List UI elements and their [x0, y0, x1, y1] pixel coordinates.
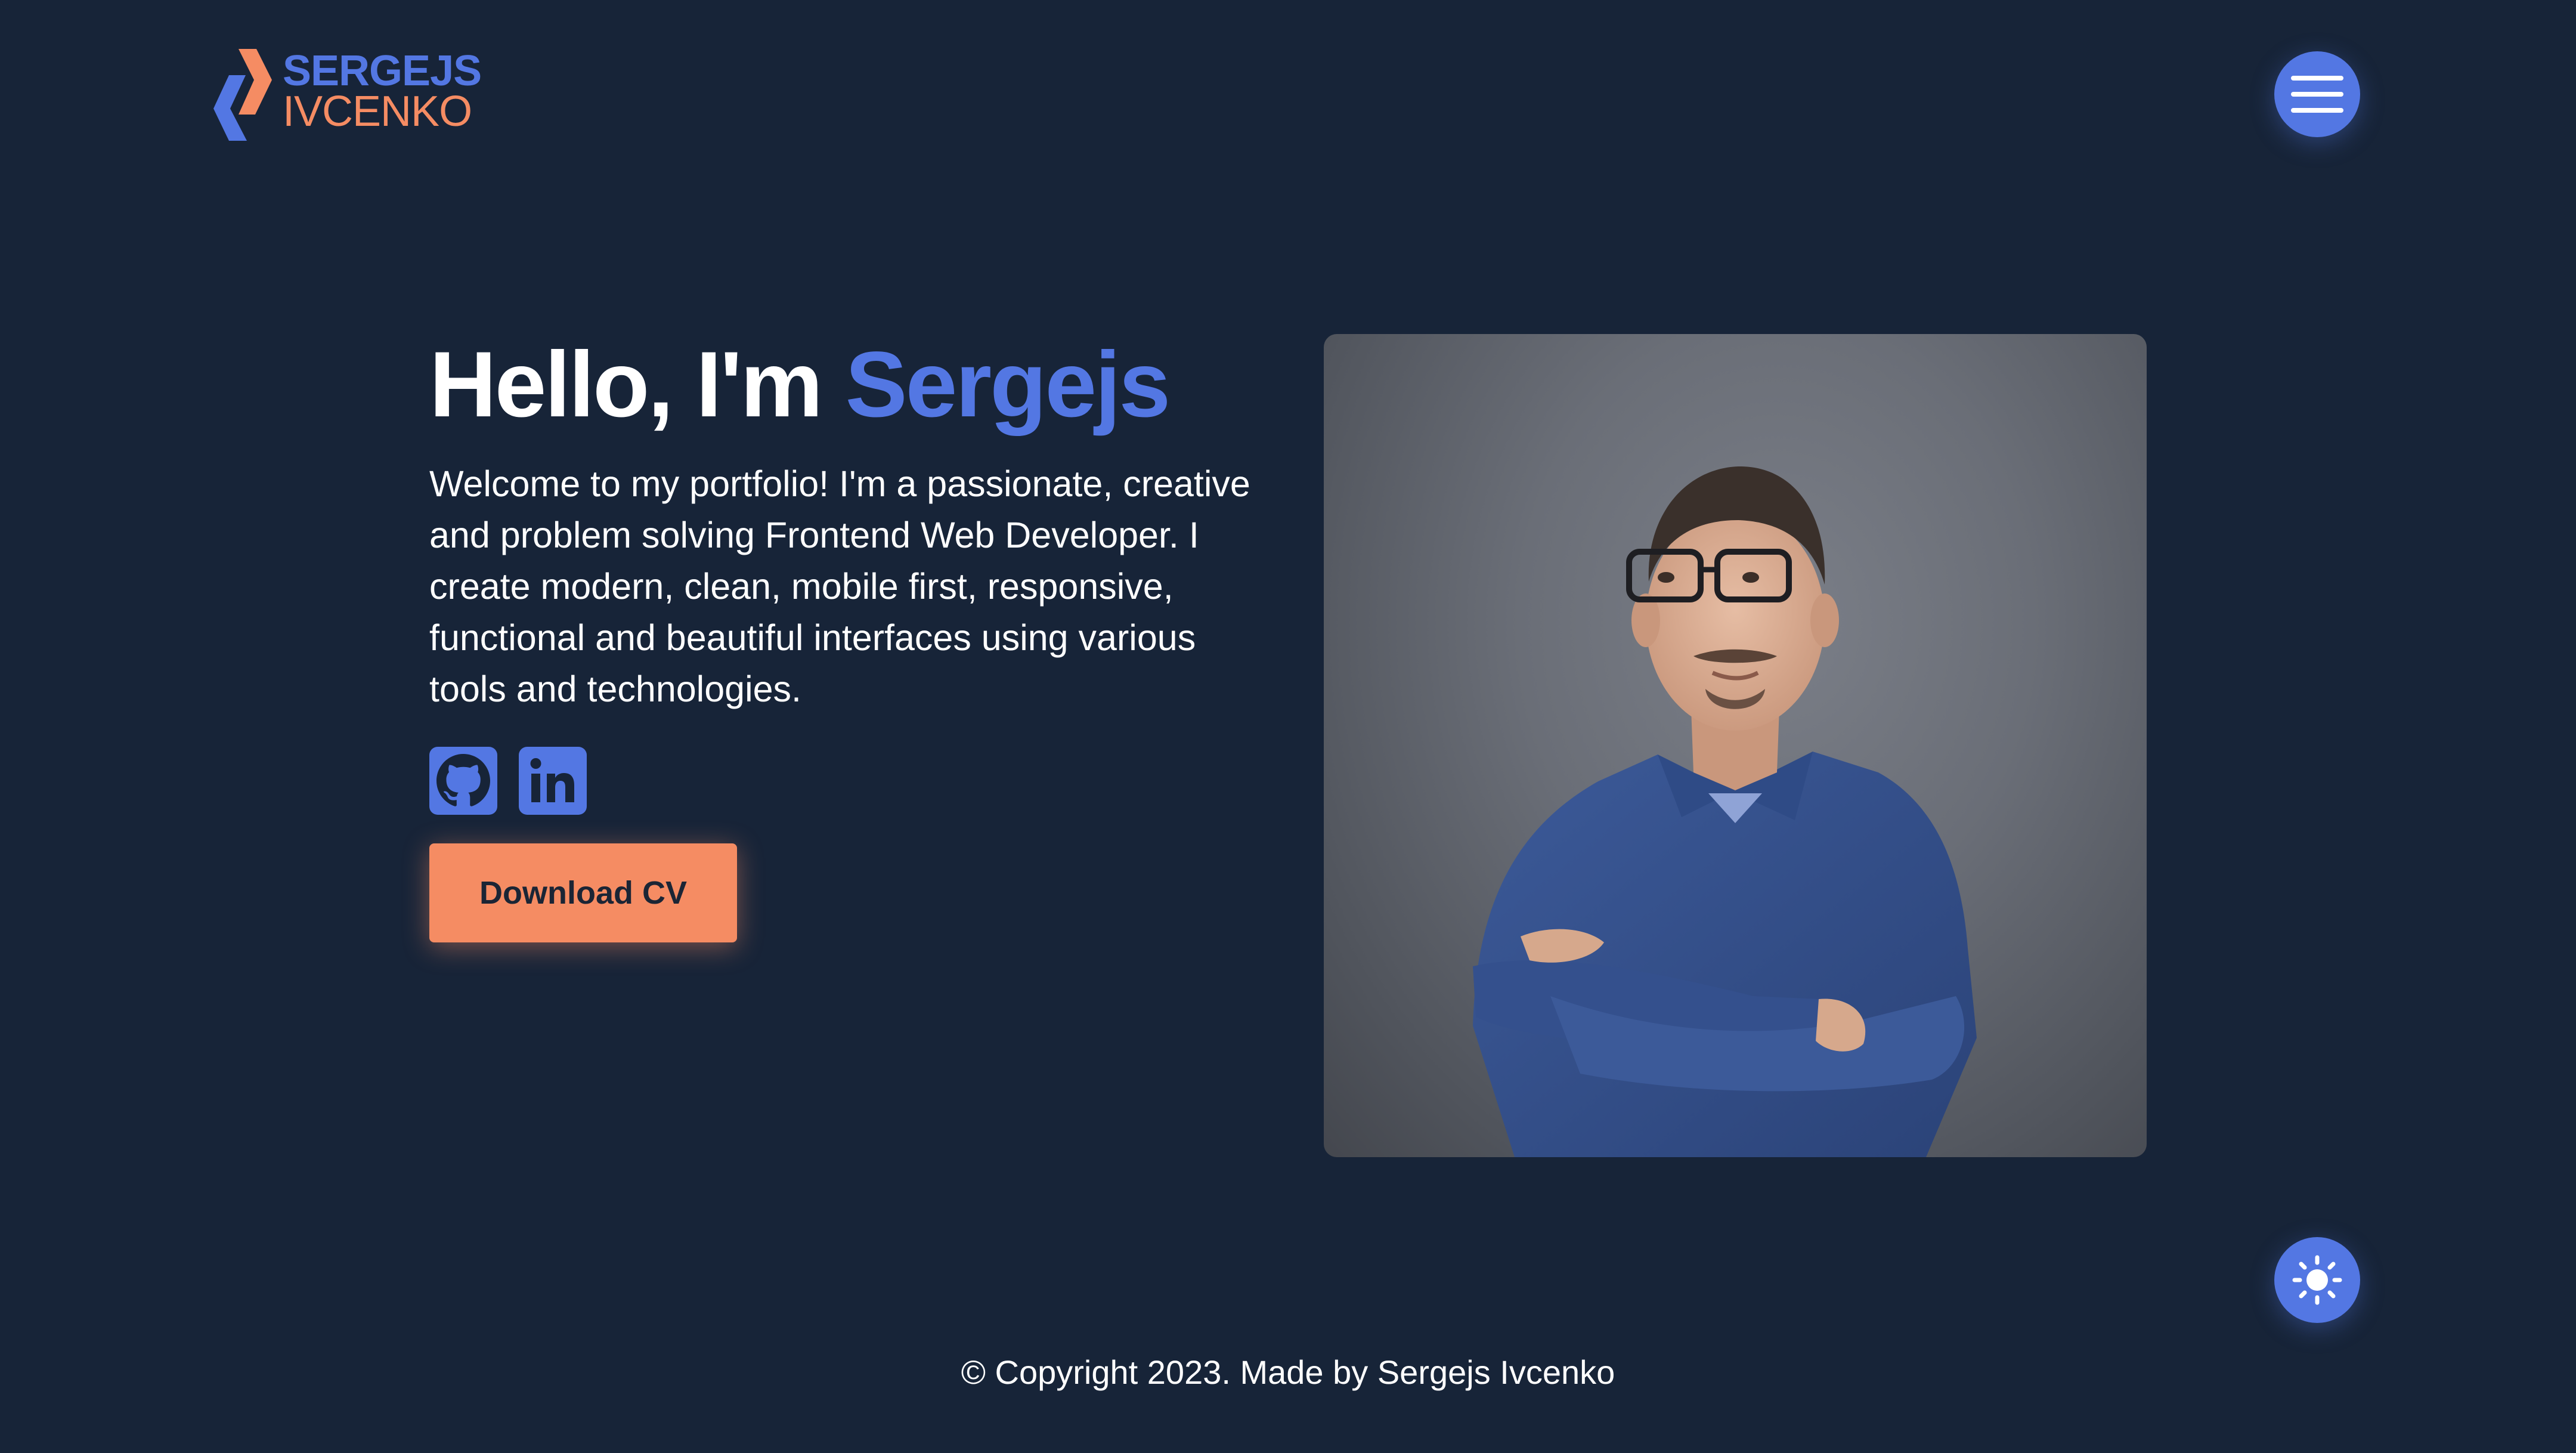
sun-icon [2292, 1255, 2342, 1305]
hero-name: Sergejs [845, 333, 1171, 437]
site-logo[interactable]: SERGEJS IVCENKO [212, 48, 482, 143]
logo-chevron-icon [213, 49, 272, 141]
footer-copyright: © Copyright 2023. Made by Sergejs Ivcenk… [961, 1353, 1615, 1391]
github-icon [436, 754, 490, 806]
hero-title: Hello, I'm Sergejs [429, 333, 1171, 437]
linkedin-icon [530, 758, 574, 802]
hero-greeting: Hello, I'm [429, 333, 846, 437]
page: SERGEJS IVCENKO Hello, I'm Sergejs Welco… [0, 0, 2576, 1453]
github-link[interactable] [429, 747, 497, 815]
profile-photo [1324, 334, 2147, 1157]
theme-toggle-button[interactable] [2274, 1237, 2360, 1323]
hero-description: Welcome to my portfolio! I'm a passionat… [429, 463, 1250, 709]
portrait-illustration [1473, 466, 1977, 1157]
hamburger-menu-icon [2291, 76, 2343, 113]
menu-button[interactable] [2274, 51, 2360, 137]
logo-first-name: SERGEJS [283, 47, 482, 95]
download-cv-button[interactable]: Download CV [429, 843, 737, 942]
logo-last-name: IVCENKO [283, 87, 472, 135]
logo-text: SERGEJS IVCENKO [283, 47, 482, 135]
linkedin-link[interactable] [519, 747, 587, 815]
